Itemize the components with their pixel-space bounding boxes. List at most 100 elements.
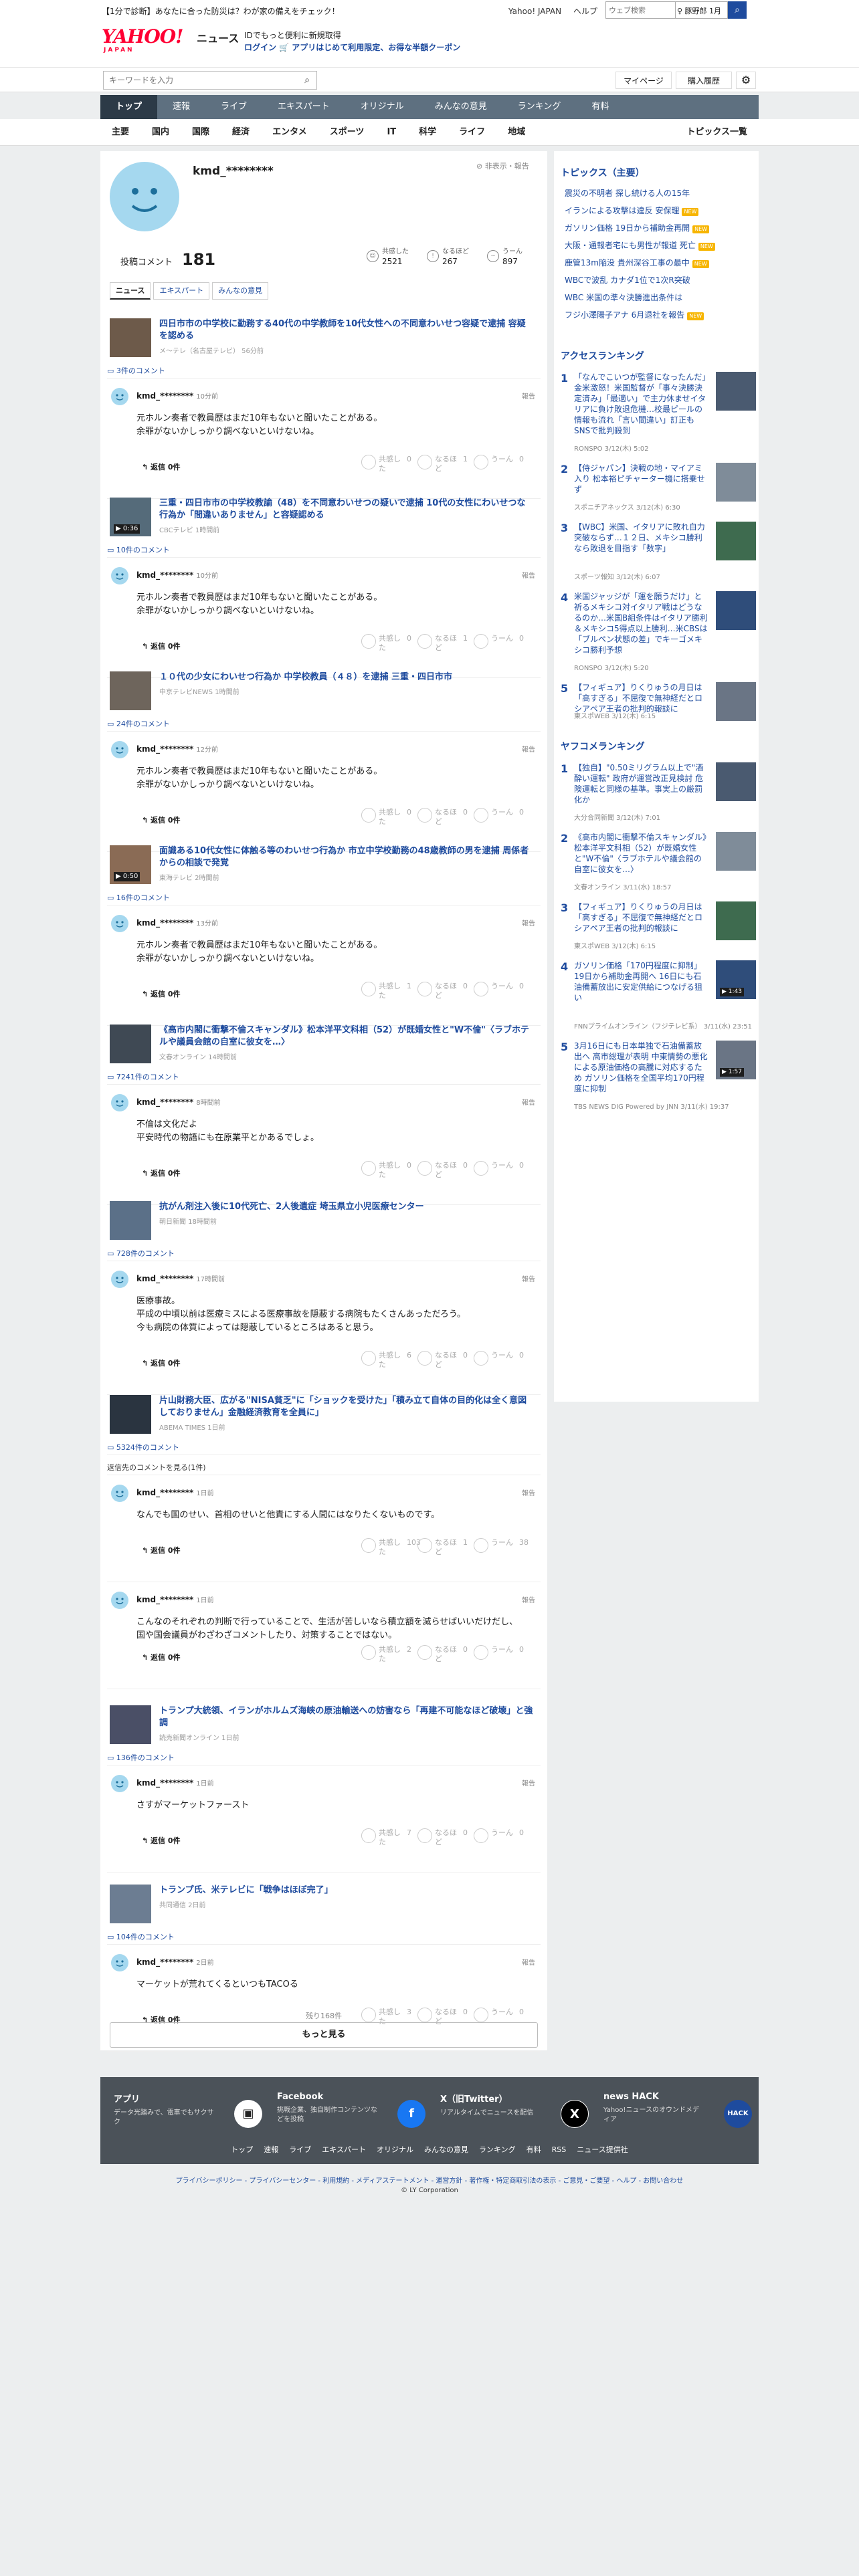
reaction-hmm-button[interactable]: うーん 0 [474, 1351, 530, 1370]
article-title[interactable]: １０代の少女にわいせつ行為か 中学校教員（４８）を逮捕 三重・四日市市 [159, 671, 534, 683]
reaction-empathy-button[interactable]: 共感した 7 [361, 1828, 417, 1847]
article-thumbnail[interactable] [110, 318, 151, 357]
reaction-empathy-button[interactable]: 共感した 1 [361, 982, 417, 1000]
login-line-1[interactable]: IDでもっと便利に新規取得 [244, 29, 460, 41]
footer-link[interactable]: エキスパート [322, 2145, 366, 2154]
article-thumbnail[interactable] [110, 1025, 151, 1063]
gear-icon[interactable]: ⚙ [736, 72, 756, 89]
topic-item[interactable]: ガソリン価格 19日から補助金再開 NEW [565, 219, 752, 237]
article-title[interactable]: 四日市市の中学校に勤務する40代の中学教師を10代女性への不同意わいせつ容疑で逮… [159, 318, 534, 342]
article-thumbnail[interactable] [110, 1705, 151, 1744]
snav-world[interactable]: 国際 [181, 119, 221, 146]
article-title[interactable]: 抗がん剤注入後に10代死亡、2人後遺症 埼玉県立小児医療センター [159, 1201, 534, 1213]
topics-list-link[interactable]: トピックス一覧 [675, 119, 759, 146]
footer-box[interactable]: アプリ データ光踏みで、電車でもサクサク ▣ [114, 2092, 268, 2132]
snav-local[interactable]: 地域 [496, 119, 537, 146]
article[interactable]: ▶ 0:50 面識ある10代女性に体触る等のわいせつ行為か 市立中学校勤務の48歳… [107, 843, 541, 887]
reply-button[interactable]: ↰ 返信 0件 [142, 1835, 181, 1846]
promo-banner[interactable]: 【1分で診断】あなたに合った防災は？わが家の備えをチェック！ [102, 5, 340, 17]
article[interactable]: トランプ氏、米テレビに「戦争はほぼ完了」 共同通信 2日前 [107, 1882, 541, 1926]
footer-box[interactable]: news HACK Yahoo!ニュースのオウンドメディア HACK [603, 2092, 757, 2132]
footer-link[interactable]: オリジナル [377, 2145, 413, 2154]
report-link[interactable]: 報告 [522, 918, 535, 928]
article-thumbnail[interactable]: ▶ 0:36 [110, 498, 151, 536]
rank-title[interactable]: 【フィギュア】りくりゅうの月日は「高すぎる」不屈復で無神経だとロシアペア王者の批… [574, 682, 708, 714]
comment-count-link[interactable]: ▭ 10件のコメント [107, 543, 541, 558]
reaction-empathy-button[interactable]: 共感した 0 [361, 455, 417, 473]
article[interactable]: ▶ 0:36 三重・四日市市の中学校教諭（48）を不同意わいせつの疑いで逮捕 10… [107, 495, 541, 539]
reply-button[interactable]: ↰ 返信 0件 [142, 641, 181, 651]
footer-link[interactable]: 有料 [527, 2145, 541, 2154]
article[interactable]: 抗がん剤注入後に10代死亡、2人後遺症 埼玉県立小児医療センター 朝日新聞 18時… [107, 1198, 541, 1243]
topic-item[interactable]: 大阪・通報者宅にも男性が報道 死亡 NEW [565, 237, 752, 254]
rank-title[interactable]: 「なんでこいつが監督になったんだ」金米激怒！米国監督が「事々決勝決定済み」「最適… [574, 372, 708, 436]
article-title[interactable]: トランプ氏、米テレビに「戦争はほぼ完了」 [159, 1885, 534, 1897]
comment-count-link[interactable]: ▭ 104件のコメント [107, 1930, 541, 1945]
reply-button[interactable]: ↰ 返信 0件 [142, 1358, 181, 1368]
report-link[interactable]: 報告 [522, 1778, 535, 1788]
reply-button[interactable]: ↰ 返信 0件 [142, 1545, 181, 1555]
web-search-input[interactable] [605, 1, 676, 19]
gnav-opinion[interactable]: みんなの意見 [419, 95, 502, 119]
reaction-naruhodo-button[interactable]: なるほど 0 [417, 1645, 474, 1664]
rank-title[interactable]: 米国ジャッジが「運を願うだけ」と祈るメキシコ対イタリア戦はどうなるのか…米国B組… [574, 591, 708, 655]
report-link[interactable]: 報告 [522, 391, 535, 401]
comment-count-link[interactable]: ▭ 16件のコメント [107, 891, 541, 905]
article[interactable]: 片山財務大臣、広がる"NISA貧乏"に「ショックを受けた」「積み立て自体の目的化… [107, 1392, 541, 1436]
gnav-live[interactable]: ライブ [205, 95, 262, 119]
reaction-naruhodo-button[interactable]: なるほど 1 [417, 455, 474, 473]
reaction-hmm-button[interactable]: うーん 38 [474, 1538, 530, 1557]
hide-report-link[interactable]: ⊘ 非表示・報告 [476, 160, 529, 171]
article[interactable]: 四日市市の中学校に勤務する40代の中学教師を10代女性への不同意わいせつ容疑で逮… [107, 316, 541, 360]
gnav-top[interactable]: トップ [100, 95, 158, 119]
login-line-2[interactable]: ログイン 🛒 アプリはじめて利用限定、お得な半額クーポン [244, 41, 460, 53]
topic-item[interactable]: WBC 米国の準々決勝進出条件は [565, 289, 752, 306]
comment-count-link[interactable]: ▭ 7241件のコメント [107, 1070, 541, 1085]
help-link[interactable]: ヘルプ [573, 7, 597, 16]
footer-link[interactable]: みんなの意見 [424, 2145, 468, 2154]
article-title[interactable]: 《高市内閣に衝撃不倫スキャンダル》松本洋平文科相（52）が既婚女性と"W不倫"〈… [159, 1025, 534, 1049]
topic-item[interactable]: イランによる攻撃は違反 安保理 NEW [565, 202, 752, 219]
gnav-breaking[interactable]: 速報 [157, 95, 205, 119]
snav-domestic[interactable]: 国内 [140, 119, 181, 146]
footer-link[interactable]: ランキング [479, 2145, 516, 2154]
footer-box[interactable]: X（旧Twitter） リアルタイムでニュースを配信 X [440, 2092, 594, 2132]
comment-count-link[interactable]: ▭ 728件のコメント [107, 1247, 541, 1261]
reaction-naruhodo-button[interactable]: なるほど 0 [417, 1161, 474, 1180]
footer-link[interactable]: ライブ [289, 2145, 311, 2154]
reply-parent-link[interactable]: 返信先のコメントを見る(1件) [107, 1461, 541, 1475]
search-icon[interactable]: ⌕ [298, 72, 316, 89]
report-link[interactable]: 報告 [522, 1273, 535, 1283]
topic-item[interactable]: 鹿管13m陥没 貴州深谷工事の最中 NEW [565, 254, 752, 272]
tab-opinion[interactable]: みんなの意見 [212, 282, 269, 300]
gnav-paid[interactable]: 有料 [576, 95, 624, 119]
snav-business[interactable]: 経済 [221, 119, 261, 146]
more-button[interactable]: もっと見る [110, 2022, 538, 2048]
topic-item[interactable]: フジ小澤陽子アナ 6月退社を報告 NEW [565, 306, 752, 324]
reaction-naruhodo-button[interactable]: なるほど 1 [417, 634, 474, 653]
reply-button[interactable]: ↰ 返信 0件 [142, 1168, 181, 1178]
reaction-naruhodo-button[interactable]: なるほど 0 [417, 808, 474, 827]
gnav-expert[interactable]: エキスパート [262, 95, 345, 119]
tab-news[interactable]: ニュース [110, 282, 151, 300]
snav-main[interactable]: 主要 [100, 119, 140, 146]
article-title[interactable]: 三重・四日市市の中学校教諭（48）を不同意わいせつの疑いで逮捕 10代の女性にわ… [159, 498, 534, 522]
rank-title[interactable]: 3月16日にも日本単独で石油備蓄放出へ 高市総理が表明 中東情勢の悪化による原油… [574, 1041, 708, 1094]
article-thumbnail[interactable] [110, 1885, 151, 1923]
report-link[interactable]: 報告 [522, 1594, 535, 1604]
comment-count-link[interactable]: ▭ 3件のコメント [107, 364, 541, 379]
reaction-empathy-button[interactable]: 共感した 103 [361, 1538, 421, 1557]
reaction-hmm-button[interactable]: うーん 0 [474, 1645, 530, 1664]
article-title[interactable]: トランプ大統領、イランがホルムズ海峡の原油輸送への妨害なら「再建不可能なほど破壊… [159, 1705, 534, 1729]
rank-title[interactable]: ガソリン価格「170円程度に抑制」19日から補助金再開へ 16日にも石油備蓄放出… [574, 960, 708, 1003]
reaction-hmm-button[interactable]: うーん 0 [474, 634, 530, 653]
reply-button[interactable]: ↰ 返信 0件 [142, 461, 181, 472]
snav-science[interactable]: 科学 [407, 119, 448, 146]
footer-link[interactable]: トップ [231, 2145, 253, 2154]
reaction-empathy-button[interactable]: 共感した 2 [361, 1645, 417, 1664]
article[interactable]: 《高市内閣に衝撃不倫スキャンダル》松本洋平文科相（52）が既婚女性と"W不倫"〈… [107, 1022, 541, 1066]
report-link[interactable]: 報告 [522, 744, 535, 754]
history-button[interactable]: 購入履歴 [676, 72, 732, 89]
legal-links[interactable]: プライバシーポリシー - プライバシーセンター - 利用規約 - メディアステー… [0, 2175, 859, 2185]
reaction-naruhodo-button[interactable]: なるほど 0 [417, 982, 474, 1000]
